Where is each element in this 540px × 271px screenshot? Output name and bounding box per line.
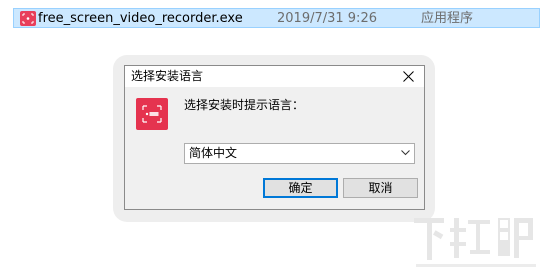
dialog-title: 选择安装语言 <box>131 69 204 83</box>
file-name: free_screen_video_recorder.exe <box>38 11 243 26</box>
recorder-app-icon <box>136 98 168 130</box>
language-select-value: 简体中文 <box>189 146 238 160</box>
recorder-app-icon <box>20 11 36 26</box>
file-date: 2019/7/31 9:26 <box>277 11 377 26</box>
file-list-row[interactable]: free_screen_video_recorder.exe 2019/7/31… <box>13 8 540 28</box>
dialog-titlebar[interactable]: 选择安装语言 <box>125 66 424 87</box>
file-type: 应用程序 <box>421 11 474 26</box>
language-dialog: 选择安装语言 选择安装时提示语言： 简体中文 确定 取消 <box>124 65 425 210</box>
language-select[interactable]: 简体中文 <box>184 143 415 164</box>
watermark-logo <box>414 218 536 267</box>
close-button[interactable] <box>392 66 424 87</box>
chevron-down-icon <box>401 150 410 156</box>
cancel-button[interactable]: 取消 <box>343 178 418 198</box>
language-prompt: 选择安装时提示语言： <box>184 98 305 112</box>
close-icon <box>403 71 414 82</box>
ok-button[interactable]: 确定 <box>263 178 338 198</box>
